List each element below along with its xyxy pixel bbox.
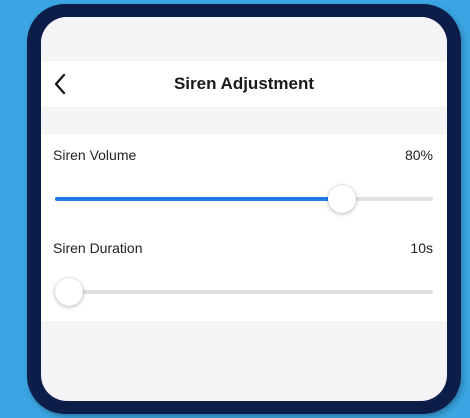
settings-panel: Siren Volume 80% Siren Duration 10s <box>41 134 447 321</box>
phone-screen: Siren Adjustment Siren Volume 80% Siren … <box>41 17 447 401</box>
slider-thumb[interactable] <box>55 278 83 306</box>
siren-duration-value: 10s <box>410 240 433 256</box>
slider-thumb[interactable] <box>328 185 356 213</box>
section-gap <box>41 107 447 134</box>
siren-volume-slider[interactable] <box>55 184 433 214</box>
status-area <box>41 17 447 61</box>
siren-volume-value: 80% <box>404 147 433 163</box>
slider-track <box>55 290 433 294</box>
navigation-bar: Siren Adjustment <box>41 61 447 107</box>
page-title: Siren Adjustment <box>173 74 315 93</box>
siren-duration-label: Siren Duration <box>53 240 143 256</box>
siren-duration-slider[interactable] <box>55 277 433 307</box>
siren-volume-label: Siren Volume <box>53 147 137 163</box>
slider-fill <box>55 197 342 201</box>
